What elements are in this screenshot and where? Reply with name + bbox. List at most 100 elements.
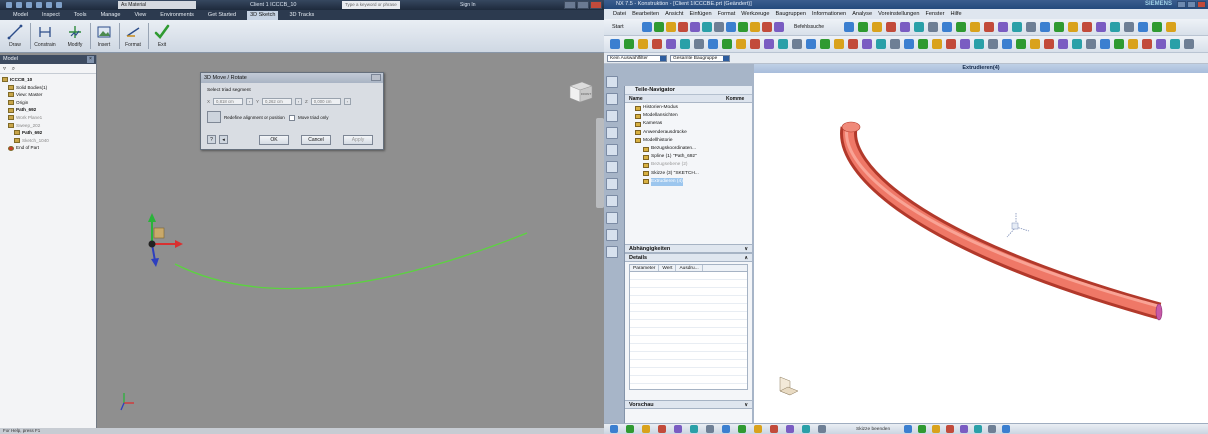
x-spinner-button[interactable]: › bbox=[246, 98, 254, 105]
name-column-header[interactable]: Name bbox=[629, 96, 643, 102]
navigator-node[interactable]: Spline (1) "Path_692" bbox=[629, 153, 752, 161]
nx-graphics-window[interactable] bbox=[754, 73, 1208, 423]
tab-tools[interactable]: Tools bbox=[71, 11, 90, 20]
toolbar-tool-icon[interactable] bbox=[1152, 22, 1162, 32]
browser-node[interactable]: Origin bbox=[2, 99, 96, 107]
tab-environments[interactable]: Environments bbox=[157, 11, 197, 20]
roles-tab[interactable] bbox=[606, 229, 618, 241]
sketch-tool-icon[interactable] bbox=[974, 425, 982, 433]
web-browser-tab[interactable] bbox=[606, 161, 618, 173]
toolbar-tool-icon[interactable] bbox=[914, 22, 924, 32]
modify-button[interactable]: Modify bbox=[64, 22, 86, 51]
toolbar-tool-icon[interactable] bbox=[960, 39, 970, 49]
toolbar-tool-icon[interactable] bbox=[1044, 39, 1054, 49]
redefine-alignment-button[interactable] bbox=[207, 111, 221, 123]
menu-informationen[interactable]: Informationen bbox=[812, 11, 846, 17]
toolbar-tool-icon[interactable] bbox=[762, 22, 772, 32]
toolbar-tool-icon[interactable] bbox=[928, 22, 938, 32]
preview-panel-header[interactable]: Vorschau ∨ bbox=[625, 399, 752, 409]
selection-filter-dropdown[interactable]: Kein Auswahlfilter bbox=[607, 55, 667, 62]
toolbar-tool-icon[interactable] bbox=[872, 22, 882, 32]
tab-inspect[interactable]: Inspect bbox=[39, 11, 63, 20]
tab-model[interactable]: Model bbox=[10, 11, 31, 20]
toolbar-tool-icon[interactable] bbox=[904, 39, 914, 49]
browser-node[interactable]: View: Master bbox=[2, 91, 96, 99]
viewcube[interactable]: FRONT bbox=[564, 78, 596, 104]
details-panel-header[interactable]: Details ∧ bbox=[625, 252, 752, 262]
toolbar-tool-icon[interactable] bbox=[988, 39, 998, 49]
toolbar-tool-icon[interactable] bbox=[1124, 22, 1134, 32]
sketch-tool-icon[interactable] bbox=[738, 425, 746, 433]
navigation-bar[interactable] bbox=[596, 118, 604, 208]
toolbar-tool-icon[interactable] bbox=[774, 22, 784, 32]
browser-node[interactable]: Path_692 bbox=[2, 106, 96, 114]
toolbar-tool-icon[interactable] bbox=[974, 39, 984, 49]
sketch-tool-icon[interactable] bbox=[932, 425, 940, 433]
ok-button[interactable]: OK bbox=[259, 135, 289, 145]
insert-button[interactable]: Insert bbox=[93, 22, 115, 51]
menu-bearbeiten[interactable]: Bearbeiten bbox=[632, 11, 659, 17]
part-navigator-tab[interactable] bbox=[606, 110, 618, 122]
browser-node[interactable]: Sweep_202 bbox=[2, 122, 96, 130]
sketch-tool-icon[interactable] bbox=[754, 425, 762, 433]
system-scenes-tab[interactable] bbox=[606, 246, 618, 258]
toolbar-tool-icon[interactable] bbox=[1110, 22, 1120, 32]
tab-manage[interactable]: Manage bbox=[98, 11, 124, 20]
toolbar-tool-icon[interactable] bbox=[1100, 39, 1110, 49]
toolbar-tool-icon[interactable] bbox=[932, 39, 942, 49]
minimize-button[interactable] bbox=[1177, 1, 1186, 8]
dependencies-panel-header[interactable]: Abhängigkeiten ∨ bbox=[625, 243, 752, 253]
app-menu-icon[interactable] bbox=[6, 2, 12, 8]
sketch-tool-icon[interactable] bbox=[770, 425, 778, 433]
toolbar-tool-icon[interactable] bbox=[1040, 22, 1050, 32]
sketch-tool-icon[interactable] bbox=[818, 425, 826, 433]
y-value-input[interactable]: 0,262 cm bbox=[262, 98, 293, 105]
undo-icon[interactable] bbox=[46, 2, 52, 8]
quick-access-toolbar[interactable] bbox=[6, 1, 86, 9]
y-spinner-button[interactable]: › bbox=[295, 98, 303, 105]
save-icon[interactable] bbox=[36, 2, 42, 8]
sign-in-link[interactable]: Sign In bbox=[460, 0, 476, 10]
menu-ansicht[interactable]: Ansicht bbox=[665, 11, 683, 17]
hd3d-tools-tab[interactable] bbox=[606, 144, 618, 156]
open-icon[interactable] bbox=[26, 2, 32, 8]
menu-baugruppen[interactable]: Baugruppen bbox=[775, 11, 805, 17]
toolbar-tool-icon[interactable] bbox=[792, 39, 802, 49]
sketch-tool-icon[interactable] bbox=[658, 425, 666, 433]
toolbar-tool-icon[interactable] bbox=[678, 22, 688, 32]
history-tab[interactable] bbox=[606, 178, 618, 190]
z-value-input[interactable]: 0,000 cm bbox=[310, 98, 341, 105]
toolbar-tool-icon[interactable] bbox=[1058, 39, 1068, 49]
navigator-node[interactable]: Modellhistorie bbox=[629, 137, 752, 145]
toolbar-tool-icon[interactable] bbox=[1128, 39, 1138, 49]
toolbar-tool-icon[interactable] bbox=[970, 22, 980, 32]
tab-view[interactable]: View bbox=[131, 11, 149, 20]
3d-triad-gizmo[interactable] bbox=[148, 213, 183, 267]
browser-node[interactable]: ICCCB_10 bbox=[2, 76, 96, 84]
close-browser-icon[interactable]: × bbox=[87, 56, 94, 63]
browser-node[interactable]: Work Plane1 bbox=[2, 114, 96, 122]
navigator-node[interactable]: Historien-Modus bbox=[629, 104, 752, 112]
apply-button[interactable]: Apply bbox=[343, 135, 373, 145]
toolbar-tool-icon[interactable] bbox=[726, 22, 736, 32]
toolbar-tool-icon[interactable] bbox=[722, 39, 732, 49]
scope-dropdown[interactable]: Gesamte Baugruppe bbox=[670, 55, 730, 62]
comment-column-header[interactable]: Komme bbox=[726, 95, 744, 103]
toolbar-tool-icon[interactable] bbox=[764, 39, 774, 49]
menu-fenster[interactable]: Fenster bbox=[925, 11, 944, 17]
toolbar-tool-icon[interactable] bbox=[1026, 22, 1036, 32]
details-column-header[interactable]: Ausdru... bbox=[676, 264, 703, 271]
sketch-tool-icon[interactable] bbox=[674, 425, 682, 433]
toolbar-tool-icon[interactable] bbox=[1114, 39, 1124, 49]
toolbar-tool-icon[interactable] bbox=[1068, 22, 1078, 32]
toolbar-tool-icon[interactable] bbox=[1184, 39, 1194, 49]
toolbar-tool-icon[interactable] bbox=[666, 22, 676, 32]
cancel-button[interactable]: Cancel bbox=[301, 135, 331, 145]
toolbar-tool-icon[interactable] bbox=[694, 39, 704, 49]
navigator-node[interactable]: Modellansichten bbox=[629, 112, 752, 120]
navigator-node[interactable]: Bezugskoordinaten... bbox=[629, 145, 752, 153]
toolbar-tool-icon[interactable] bbox=[900, 22, 910, 32]
menu-format[interactable]: Format bbox=[718, 11, 736, 17]
menu-einfügen[interactable]: Einfügen bbox=[689, 11, 711, 17]
constrain-button[interactable]: Constrain bbox=[34, 22, 56, 51]
